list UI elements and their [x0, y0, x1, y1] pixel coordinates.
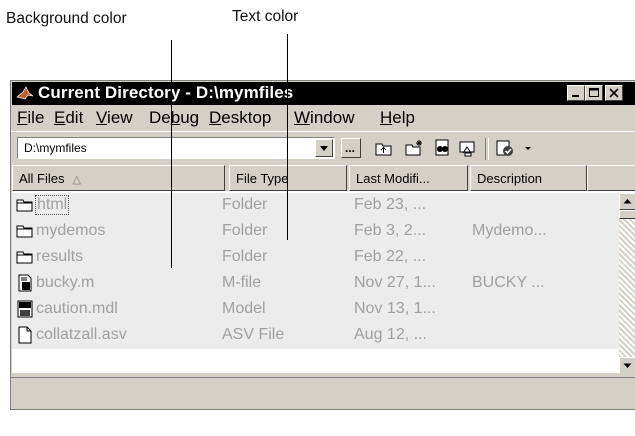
toolbar: D:\mymfiles ... [11, 131, 635, 164]
file-description: Mydemo... [472, 222, 547, 239]
file-type: ASV File [222, 326, 285, 343]
menu-file[interactable]: File [17, 108, 44, 128]
up-folder-icon[interactable] [373, 138, 395, 158]
new-folder-icon[interactable] [403, 138, 425, 158]
menu-bar: File Edit View Debug Desktop Window Help… [11, 105, 635, 130]
table-row[interactable]: results Folder Feb 22, ... [12, 245, 635, 271]
file-date: Feb 22, ... [354, 248, 427, 265]
file-name: caution.mdl [36, 300, 118, 317]
vertical-scrollbar[interactable] [619, 193, 635, 373]
close-icon [609, 88, 619, 98]
reports-dropdown-icon[interactable] [522, 138, 534, 158]
scroll-up-button[interactable] [619, 193, 635, 210]
file-type: M-file [222, 274, 262, 291]
folder-icon [16, 225, 33, 238]
scrollbar-thumb[interactable] [619, 210, 635, 219]
minimize-button[interactable] [567, 85, 585, 101]
file-date: Nov 13, 1... [354, 300, 436, 317]
file-type: Folder [222, 222, 268, 239]
column-header-row: All Files △ File Type Last Modifi... Desc… [12, 165, 635, 191]
text-color-callout: Text color [232, 8, 299, 25]
file-date: Feb 3, 2... [354, 222, 427, 239]
file-name: results [36, 248, 84, 265]
file-type: Folder [222, 196, 268, 213]
browse-button[interactable]: ... [341, 138, 361, 158]
background-color-leader-line [171, 40, 172, 268]
file-type: Folder [222, 248, 268, 265]
model-file-icon [17, 300, 33, 318]
file-description: BUCKY ... [472, 274, 545, 291]
status-bar [11, 377, 635, 408]
file-list: All Files △ File Type Last Modifi... Desc… [12, 165, 635, 373]
visual-directory-icon[interactable] [457, 138, 479, 158]
m-file-icon [18, 274, 32, 292]
directory-dropdown-button[interactable] [315, 139, 333, 157]
file-name: bucky.m [36, 274, 95, 291]
file-date: Aug 12, ... [354, 326, 427, 343]
close-button[interactable] [605, 85, 623, 101]
menu-window[interactable]: Window [294, 108, 354, 128]
menu-help[interactable]: Help [380, 108, 415, 128]
table-row[interactable]: caution.mdl Model Nov 13, 1... [12, 297, 635, 323]
scroll-down-arrow-icon [623, 363, 632, 368]
column-header-description[interactable]: Description [470, 165, 587, 191]
table-row[interactable]: collatzall.asv ASV File Aug 12, ... [12, 323, 635, 349]
current-directory-window: Current Directory - D:\mymfiles File Edi… [10, 80, 635, 410]
folder-icon [16, 199, 33, 212]
current-directory-value: D:\mymfiles [24, 141, 87, 155]
column-header-all-files[interactable]: All Files △ [12, 165, 225, 191]
matlab-logo-icon [16, 86, 34, 100]
file-date: Nov 27, 1... [354, 274, 436, 291]
menu-desktop[interactable]: Desktop [209, 108, 271, 128]
file-name: mydemos [36, 222, 106, 239]
title-bar[interactable]: Current Directory - D:\mymfiles [12, 82, 635, 105]
menu-edit[interactable]: Edit [54, 108, 83, 128]
maximize-icon [589, 88, 599, 97]
reports-icon[interactable] [494, 138, 516, 158]
table-row[interactable]: html Folder Feb 23, ... [12, 193, 635, 219]
file-date: Feb 23, ... [354, 196, 427, 213]
generic-file-icon [18, 326, 32, 344]
column-header-filler [587, 165, 635, 191]
menu-view[interactable]: View [96, 108, 133, 128]
menu-debug[interactable]: Debug [149, 108, 199, 128]
file-name: html [34, 195, 70, 215]
folder-icon [16, 251, 33, 264]
window-title: Current Directory - D:\mymfiles [38, 83, 294, 102]
column-header-last-modified[interactable]: Last Modifi... [349, 165, 468, 191]
toolbar-separator [485, 138, 489, 160]
column-header-file-type[interactable]: File Type [229, 165, 347, 191]
find-files-icon[interactable] [431, 138, 453, 158]
scroll-down-button[interactable] [619, 357, 635, 373]
background-color-callout: Background color [6, 10, 127, 27]
file-type: Model [222, 300, 266, 317]
minimize-icon [572, 95, 579, 97]
table-row[interactable]: mydemos Folder Feb 3, 2... Mydemo... [12, 219, 635, 245]
text-color-leader-line [287, 34, 288, 240]
file-rows: html Folder Feb 23, ... mydemos Folder F… [12, 193, 635, 349]
scroll-up-arrow-icon [623, 199, 632, 204]
file-name: collatzall.asv [36, 326, 127, 343]
maximize-button[interactable] [585, 85, 603, 101]
sort-ascending-icon: △ [72, 174, 81, 186]
table-row[interactable]: bucky.m M-file Nov 27, 1... BUCKY ... [12, 271, 635, 297]
